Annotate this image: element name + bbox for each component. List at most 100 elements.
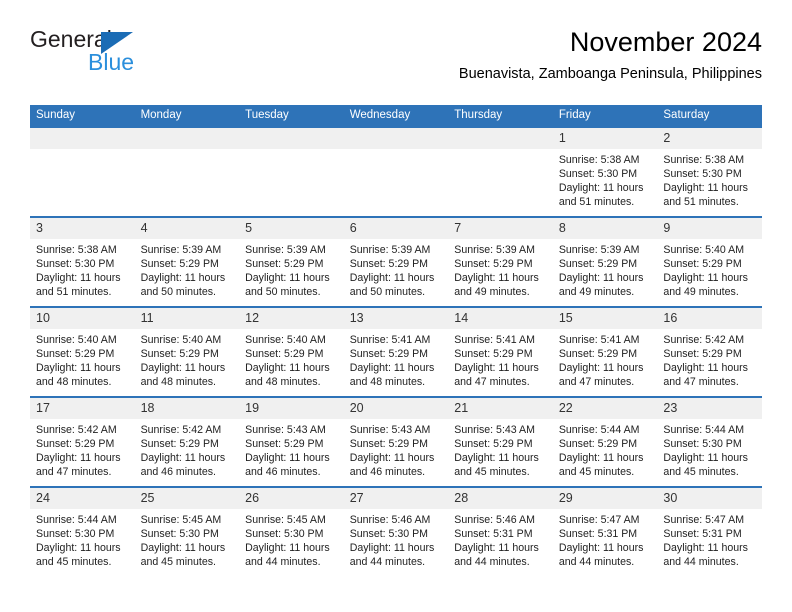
calendar-cell-empty [30, 126, 135, 217]
page-header: General Blue November 2024 Buenavista, Z… [30, 26, 762, 98]
calendar-day-cell[interactable]: 28 Sunrise: 5:46 AM Sunset: 5:31 PM Dayligh… [448, 486, 553, 576]
day-details: Sunrise: 5:39 AM Sunset: 5:29 PM Daylight:… [448, 239, 553, 299]
calendar-week-row: 1 Sunrise: 5:38 AM Sunset: 5:30 PM Daylight… [30, 126, 762, 217]
day-details: Sunrise: 5:41 AM Sunset: 5:29 PM Daylight:… [344, 329, 449, 389]
calendar-day-cell[interactable]: 16 Sunrise: 5:42 AM Sunset: 5:29 PM Dayligh… [657, 306, 762, 397]
day-number [30, 128, 135, 149]
day-number: 10 [30, 308, 135, 329]
calendar-day-cell[interactable]: 29 Sunrise: 5:47 AM Sunset: 5:31 PM Dayligh… [552, 486, 658, 576]
calendar-day-cell[interactable]: 11 Sunrise: 5:40 AM Sunset: 5:29 PM Dayligh… [134, 306, 240, 397]
day-daylight-text: and 51 minutes. [558, 196, 635, 208]
calendar-day-cell[interactable]: 4 Sunrise: 5:39 AM Sunset: 5:29 PM Daylight… [134, 216, 240, 307]
day-number: 6 [343, 218, 449, 239]
calendar-day-cell[interactable]: 2 Sunrise: 5:38 AM Sunset: 5:30 PM Daylight… [657, 126, 762, 217]
day-sunrise-text: Sunrise: 5:39 AM [349, 244, 431, 256]
calendar-day-cell[interactable]: 26 Sunrise: 5:45 AM Sunset: 5:30 PM Dayligh… [239, 486, 344, 576]
day-number: 3 [30, 218, 135, 239]
calendar-day-cell[interactable]: 5 Sunrise: 5:39 AM Sunset: 5:29 PM Daylight… [239, 216, 344, 307]
day-sunset-text: Sunset: 5:29 PM [349, 348, 429, 360]
column-header-thursday: Thursday [448, 105, 553, 127]
calendar-day-cell[interactable]: 3 Sunrise: 5:38 AM Sunset: 5:30 PM Daylight… [30, 216, 135, 307]
day-sunrise-text: Sunrise: 5:43 AM [349, 424, 431, 436]
calendar-day-cell[interactable]: 24 Sunrise: 5:44 AM Sunset: 5:30 PM Dayligh… [30, 486, 135, 576]
day-daylight-text: and 49 minutes. [454, 286, 530, 298]
day-details: Sunrise: 5:42 AM Sunset: 5:29 PM Daylight:… [30, 419, 135, 479]
day-daylight-text: and 45 minutes. [454, 466, 530, 478]
calendar-day-cell[interactable]: 21 Sunrise: 5:43 AM Sunset: 5:29 PM Dayligh… [448, 396, 553, 487]
column-header-monday: Monday [134, 105, 240, 127]
day-number: 22 [552, 398, 658, 419]
day-number: 14 [448, 308, 553, 329]
day-sunrise-text: Sunrise: 5:39 AM [454, 244, 535, 256]
calendar-day-cell[interactable]: 8 Sunrise: 5:39 AM Sunset: 5:29 PM Daylight… [552, 216, 658, 307]
day-daylight-text: Daylight: 11 hours [140, 362, 226, 374]
calendar-day-cell[interactable]: 23 Sunrise: 5:44 AM Sunset: 5:30 PM Dayligh… [657, 396, 762, 487]
day-sunrise-text: Sunrise: 5:43 AM [454, 424, 535, 436]
day-details: Sunrise: 5:47 AM Sunset: 5:31 PM Daylight:… [657, 509, 762, 569]
calendar-day-cell[interactable]: 17 Sunrise: 5:42 AM Sunset: 5:29 PM Dayligh… [30, 396, 135, 487]
day-sunset-text: Sunset: 5:30 PM [36, 528, 115, 540]
calendar-day-cell[interactable]: 20 Sunrise: 5:43 AM Sunset: 5:29 PM Dayligh… [343, 396, 449, 487]
day-daylight-text: and 50 minutes. [349, 286, 426, 298]
day-sunset-text: Sunset: 5:29 PM [454, 348, 533, 360]
day-daylight-text: Daylight: 11 hours [454, 272, 539, 284]
day-details: Sunrise: 5:40 AM Sunset: 5:29 PM Daylight:… [30, 329, 135, 389]
day-number: 23 [657, 398, 762, 419]
day-daylight-text: and 45 minutes. [140, 556, 216, 568]
day-sunset-text: Sunset: 5:31 PM [558, 528, 638, 540]
day-daylight-text: Daylight: 11 hours [36, 452, 121, 464]
day-details: Sunrise: 5:38 AM Sunset: 5:30 PM Daylight:… [553, 149, 658, 209]
day-number: 20 [343, 398, 449, 419]
calendar-day-cell[interactable]: 6 Sunrise: 5:39 AM Sunset: 5:29 PM Daylight… [343, 216, 449, 307]
calendar-day-cell[interactable]: 19 Sunrise: 5:43 AM Sunset: 5:29 PM Dayligh… [239, 396, 344, 487]
calendar-day-cell[interactable]: 9 Sunrise: 5:40 AM Sunset: 5:29 PM Daylight… [657, 216, 762, 307]
day-daylight-text: and 51 minutes. [36, 286, 112, 298]
day-sunset-text: Sunset: 5:30 PM [349, 528, 429, 540]
day-sunset-text: Sunset: 5:29 PM [36, 438, 115, 450]
day-number: 28 [448, 488, 553, 509]
day-daylight-text: Daylight: 11 hours [558, 542, 644, 554]
day-number: 25 [134, 488, 240, 509]
calendar-day-cell[interactable]: 25 Sunrise: 5:45 AM Sunset: 5:30 PM Dayligh… [134, 486, 240, 576]
column-header-friday: Friday [552, 105, 658, 127]
day-number: 21 [448, 398, 553, 419]
day-number: 26 [239, 488, 344, 509]
column-header-tuesday: Tuesday [239, 105, 344, 127]
day-number: 7 [448, 218, 553, 239]
calendar-day-cell[interactable]: 27 Sunrise: 5:46 AM Sunset: 5:30 PM Dayligh… [343, 486, 449, 576]
day-number: 4 [134, 218, 240, 239]
day-daylight-text: and 44 minutes. [663, 556, 739, 568]
brand-logo[interactable]: General Blue [30, 26, 260, 86]
calendar-day-cell[interactable]: 1 Sunrise: 5:38 AM Sunset: 5:30 PM Daylight… [552, 126, 658, 217]
calendar-day-cell[interactable]: 12 Sunrise: 5:40 AM Sunset: 5:29 PM Dayligh… [239, 306, 344, 397]
day-daylight-text: Daylight: 11 hours [140, 452, 226, 464]
day-sunrise-text: Sunrise: 5:42 AM [140, 424, 222, 436]
day-sunrise-text: Sunrise: 5:39 AM [140, 244, 222, 256]
calendar-week-row: 24 Sunrise: 5:44 AM Sunset: 5:30 PM Dayligh… [30, 486, 762, 576]
day-number: 1 [552, 128, 658, 149]
day-number: 2 [657, 128, 762, 149]
calendar-day-cell[interactable]: 15 Sunrise: 5:41 AM Sunset: 5:29 PM Dayligh… [552, 306, 658, 397]
day-details: Sunrise: 5:42 AM Sunset: 5:29 PM Daylight:… [657, 329, 762, 389]
calendar-day-cell[interactable]: 10 Sunrise: 5:40 AM Sunset: 5:29 PM Dayligh… [30, 306, 135, 397]
day-number: 16 [657, 308, 762, 329]
day-sunset-text: Sunset: 5:30 PM [558, 168, 638, 180]
calendar-day-cell[interactable]: 30 Sunrise: 5:47 AM Sunset: 5:31 PM Dayligh… [657, 486, 762, 576]
calendar-week-row: 3 Sunrise: 5:38 AM Sunset: 5:30 PM Daylight… [30, 216, 762, 307]
day-details: Sunrise: 5:39 AM Sunset: 5:29 PM Daylight:… [135, 239, 240, 299]
calendar-day-cell[interactable]: 22 Sunrise: 5:44 AM Sunset: 5:29 PM Dayligh… [552, 396, 658, 487]
day-details: Sunrise: 5:40 AM Sunset: 5:29 PM Daylight:… [239, 329, 344, 389]
calendar-day-cell[interactable]: 13 Sunrise: 5:41 AM Sunset: 5:29 PM Dayligh… [343, 306, 449, 397]
column-header-saturday: Saturday [657, 105, 762, 127]
day-sunset-text: Sunset: 5:29 PM [140, 438, 219, 450]
day-daylight-text: and 45 minutes. [558, 466, 635, 478]
day-daylight-text: and 46 minutes. [140, 466, 216, 478]
day-sunrise-text: Sunrise: 5:45 AM [245, 514, 326, 526]
calendar-day-cell[interactable]: 7 Sunrise: 5:39 AM Sunset: 5:29 PM Daylight… [448, 216, 553, 307]
calendar-day-cell[interactable]: 14 Sunrise: 5:41 AM Sunset: 5:29 PM Dayligh… [448, 306, 553, 397]
day-daylight-text: and 48 minutes. [349, 376, 426, 388]
calendar-day-cell[interactable]: 18 Sunrise: 5:42 AM Sunset: 5:29 PM Dayligh… [134, 396, 240, 487]
day-daylight-text: Daylight: 11 hours [245, 272, 330, 284]
day-daylight-text: Daylight: 11 hours [454, 542, 539, 554]
day-daylight-text: and 49 minutes. [663, 286, 739, 298]
